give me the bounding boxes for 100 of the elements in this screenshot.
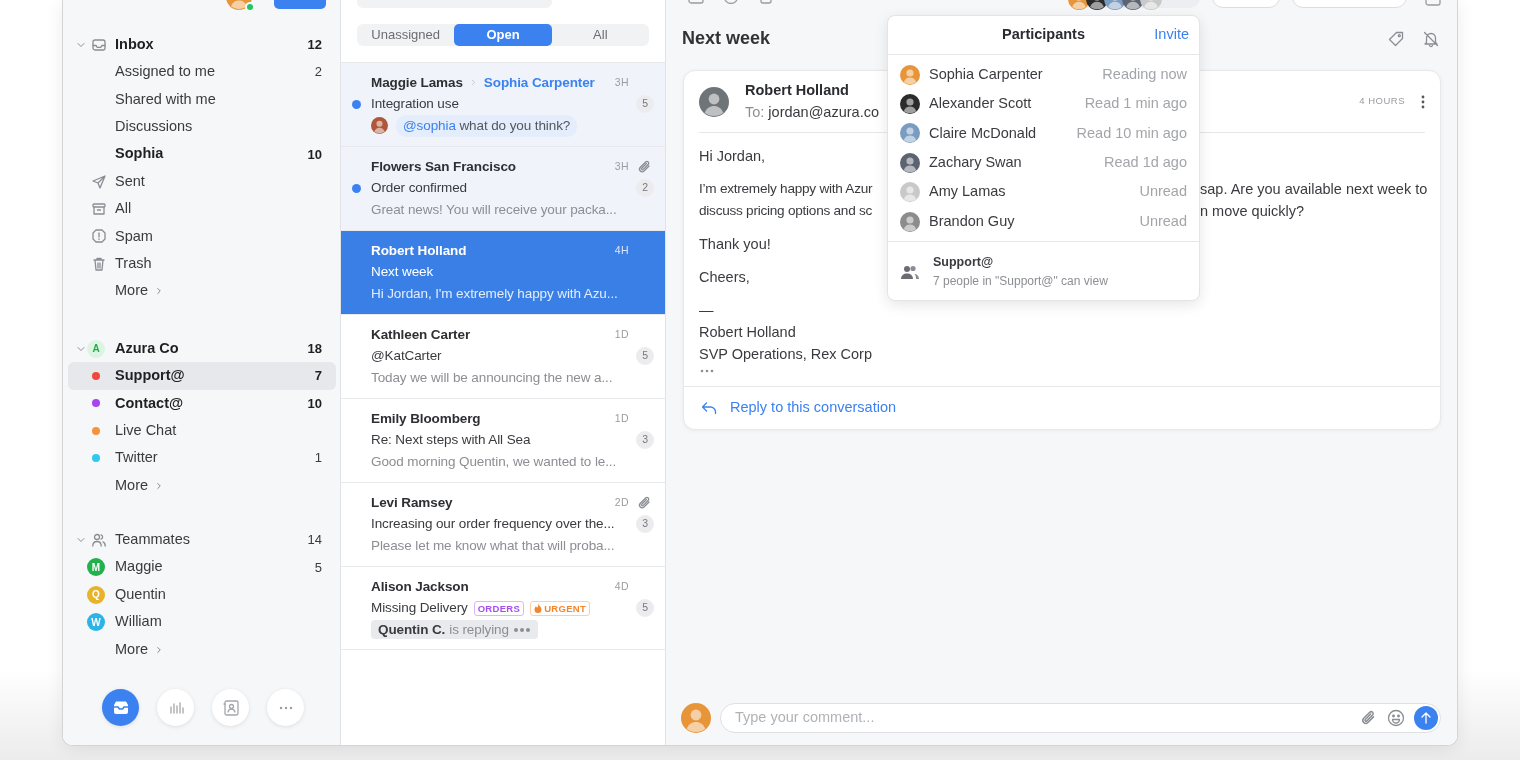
- ellipsis-icon[interactable]: [699, 368, 715, 374]
- sender-name: Robert Holland: [745, 80, 850, 100]
- nav-button[interactable]: [212, 689, 249, 726]
- section-count: 12: [307, 35, 322, 54]
- item-count: 2: [314, 63, 322, 82]
- body-text: I’m extremely happy with Azur: [699, 180, 873, 198]
- body-text: Robert Holland: [699, 323, 796, 342]
- kebab-menu-icon[interactable]: [1421, 93, 1425, 110]
- send-icon: [91, 173, 107, 190]
- item-label: Sent: [115, 171, 145, 191]
- conversation-row[interactable]: Maggie Lamas Sophia Carpenter 3H Integration use 5 @sophia what do you think?: [341, 62, 665, 146]
- sidebar-item[interactable]: Twitter 1: [68, 444, 336, 472]
- sidebar-item[interactable]: Sent: [68, 167, 336, 196]
- item-label: Support@: [115, 366, 185, 386]
- team-avatar: A: [87, 339, 105, 358]
- avatar: [900, 123, 920, 144]
- item-label: Trash: [115, 253, 152, 273]
- more-icon: [278, 705, 293, 710]
- comment-field[interactable]: Type your comment...: [733, 706, 1351, 730]
- comment-text: @sophia what do you think?: [396, 114, 578, 137]
- reply-icon[interactable]: [701, 401, 717, 415]
- nav-button[interactable]: [157, 689, 194, 726]
- sidebar-item[interactable]: Sophia 10: [68, 140, 336, 168]
- preview-text: Great news! You will receive your packa...: [371, 200, 617, 219]
- filter-tab[interactable]: All: [551, 24, 649, 46]
- conversation-row[interactable]: Levi Ramsey 2D Increasing our order frequency over the... 3 Please let me know what that will proba...: [341, 482, 665, 566]
- message-count: 3: [636, 515, 654, 534]
- section-count: 18: [307, 339, 322, 358]
- item-count: 1: [314, 449, 322, 468]
- tag-icon[interactable]: [1387, 30, 1405, 48]
- read-status: Unread: [1139, 211, 1187, 231]
- nav-button[interactable]: [102, 689, 139, 726]
- sidebar-item[interactable]: Support@ 7: [68, 362, 336, 390]
- time-label: 1D: [614, 326, 629, 342]
- sidebar-item[interactable]: Shared with me: [68, 85, 336, 114]
- participant-name: Zachary Swan: [929, 153, 1022, 172]
- more-link[interactable]: More: [68, 471, 336, 500]
- subject-text: Re: Next steps with All Sea: [371, 431, 531, 450]
- sidebar-item[interactable]: Discussions: [68, 113, 336, 141]
- conversation-row[interactable]: Emily Bloomberg 1D Re: Next steps with All Sea 3 Good morning Quentin, we wanted to le...: [341, 398, 665, 482]
- emoji-icon[interactable]: [1387, 709, 1405, 727]
- typing-text: is replying: [449, 620, 509, 639]
- trash-icon: [91, 255, 107, 272]
- tag-label: URGENT: [530, 600, 591, 616]
- more-label: More: [115, 639, 149, 659]
- body-text: n move quickly?: [1200, 202, 1304, 221]
- conversation-row[interactable]: Flowers San Francisco 3H Order confirmed 2 Great news! You will receive your packa...: [341, 146, 665, 230]
- filter-tab[interactable]: Open: [454, 24, 552, 46]
- preview-text: Please let me know what that will proba...: [371, 536, 615, 555]
- body-text: SVP Operations, Rex Corp: [699, 345, 872, 364]
- section-label: Azura Co: [115, 338, 179, 358]
- comment-box[interactable]: Type your comment...: [720, 703, 1441, 733]
- mute-bell-icon[interactable]: [1422, 30, 1440, 48]
- subject-text: Order confirmed: [371, 179, 468, 198]
- avatar: [900, 211, 920, 232]
- sidebar-item[interactable]: Live Chat: [68, 417, 336, 445]
- time-label: 1D: [614, 410, 629, 426]
- send-button[interactable]: [1414, 706, 1438, 730]
- section-header[interactable]: A Azura Co 18: [68, 334, 336, 363]
- sender-name: Emily Bloomberg: [371, 409, 481, 428]
- message-count: 5: [636, 95, 654, 114]
- sidebar-item[interactable]: W William: [68, 608, 336, 636]
- reply-link[interactable]: Reply to this conversation: [730, 397, 897, 419]
- filter-tab[interactable]: Unassigned: [357, 24, 455, 46]
- section-header[interactable]: Inbox 12: [68, 31, 336, 59]
- more-link[interactable]: More: [68, 635, 336, 664]
- sidebar-item[interactable]: Contact@ 10: [68, 389, 336, 418]
- section-count: 14: [307, 531, 322, 550]
- more-link[interactable]: More: [68, 277, 336, 305]
- conversation-row[interactable]: Robert Holland 4H Next week Hi Jordan, I'm extremely happy with Azu...: [341, 230, 665, 314]
- participant-name: Claire McDonald: [929, 123, 1037, 143]
- avatar: [900, 64, 920, 85]
- section-label: Inbox: [115, 34, 154, 54]
- item-label: Discussions: [115, 117, 193, 136]
- conversation-row[interactable]: Kathleen Carter 1D @KatCarter 5 Today we will be announcing the new a...: [341, 314, 665, 398]
- message-count: 5: [636, 599, 654, 618]
- sidebar-item[interactable]: Assigned to me 2: [68, 58, 336, 86]
- item-label: Quentin: [115, 584, 166, 604]
- sidebar-item[interactable]: Q Quentin: [68, 581, 336, 609]
- preview-text: Hi Jordan, I'm extremely happy with Azu...: [371, 284, 618, 303]
- sidebar-item[interactable]: M Maggie 5: [68, 553, 336, 582]
- sidebar-item[interactable]: Trash: [68, 250, 336, 278]
- sidebar-item[interactable]: Spam: [68, 222, 336, 251]
- preview-text: Today we will be announcing the new a...: [371, 368, 613, 387]
- avatar: [699, 86, 729, 117]
- sender-name: Robert Holland: [371, 241, 467, 260]
- subject-text: @KatCarter: [371, 347, 442, 366]
- message-count: 5: [636, 347, 654, 366]
- item-label: Assigned to me: [115, 62, 215, 82]
- sender-name: Kathleen Carter: [371, 325, 471, 344]
- avatar: [371, 117, 388, 135]
- group-description: 7 people in "Support@" can view: [933, 273, 1108, 291]
- invite-link[interactable]: Invite: [1154, 24, 1189, 46]
- section-header[interactable]: Teammates 14: [68, 526, 336, 554]
- body-text: Thank you!: [699, 235, 771, 254]
- subject-text: Missing Delivery: [371, 599, 468, 618]
- participant-name: Alexander Scott: [929, 94, 1032, 114]
- sidebar-item[interactable]: All: [68, 195, 336, 223]
- conversation-row[interactable]: Alison Jackson 4D Missing Delivery ORDERS URGENT 5 Quentin C. is replying: [341, 566, 665, 650]
- recipient-address: jordan@azura.co: [768, 103, 879, 120]
